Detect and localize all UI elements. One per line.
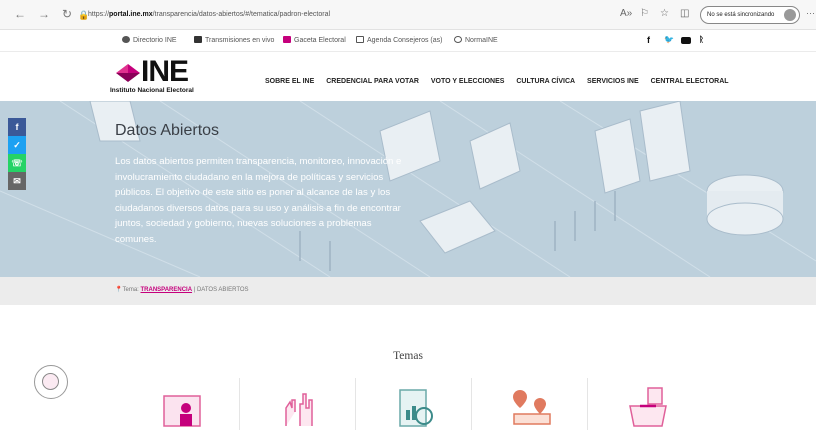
breadcrumb-separator: | xyxy=(193,287,196,293)
nav-item-central[interactable]: CENTRAL ELECTORAL xyxy=(651,78,729,85)
main-nav: SOBRE EL INE CREDENCIAL PARA VOTAR VOTO … xyxy=(265,78,739,85)
sync-profile-button[interactable]: No se está sincronizando xyxy=(700,6,800,24)
campaign-icon xyxy=(163,395,201,427)
breadcrumb-link-transparencia[interactable]: TRANSPARENCIA xyxy=(141,287,193,293)
logo-subtitle: Instituto Nacional Electoral xyxy=(110,87,194,94)
nav-item-servicios[interactable]: SERVICIOS INE xyxy=(587,78,639,85)
calendar-icon xyxy=(356,36,364,43)
rss-icon[interactable]: ᚱ xyxy=(699,35,704,44)
ballot-box-icon xyxy=(629,387,667,427)
address-bar[interactable]: https://portal.ine.mx/transparencia/dato… xyxy=(88,6,588,24)
share-facebook-button[interactable]: f xyxy=(8,118,26,136)
read-aloud-icon[interactable]: A» xyxy=(620,8,632,20)
breadcrumb-prefix: Tema: xyxy=(122,287,139,293)
share-email-button[interactable]: ✉ xyxy=(8,172,26,190)
twitter-icon[interactable]: 🐦 xyxy=(664,35,674,44)
scale-icon xyxy=(454,36,462,43)
logo-name[interactable]: INE xyxy=(141,57,189,87)
breadcrumb-current: DATOS ABIERTOS xyxy=(196,287,249,293)
theme-card-3[interactable] xyxy=(356,378,472,430)
themes-heading: Temas xyxy=(393,350,423,362)
favorite-star-icon[interactable]: ☆ xyxy=(660,8,669,20)
accessibility-figure xyxy=(42,373,59,390)
nav-item-sobre[interactable]: SOBRE EL INE xyxy=(265,78,314,85)
more-options-icon[interactable]: ··· xyxy=(806,8,815,18)
utility-bar: Directorio INE Transmisiones en vivo Gac… xyxy=(0,30,816,52)
share-twitter-button[interactable]: ✓ xyxy=(8,136,26,154)
theme-card-1[interactable] xyxy=(124,378,240,430)
topbar-link-gaceta[interactable]: Gaceta Electoral xyxy=(283,36,346,46)
facebook-icon[interactable]: f xyxy=(647,35,650,45)
theme-card-5[interactable] xyxy=(588,378,704,430)
nav-item-credencial[interactable]: CREDENCIAL PARA VOTAR xyxy=(326,78,419,85)
forward-icon[interactable]: → xyxy=(38,8,50,20)
video-icon xyxy=(194,36,202,43)
breadcrumb: 📍Tema: TRANSPARENCIA | DATOS ABIERTOS xyxy=(0,277,816,305)
back-icon[interactable]: ← xyxy=(14,8,26,20)
nav-item-voto[interactable]: VOTO Y ELECCIONES xyxy=(431,78,505,85)
page-title: Datos Abiertos xyxy=(115,122,220,139)
theme-card-4[interactable] xyxy=(472,378,588,430)
hero-description: Los datos abiertos permiten transparenci… xyxy=(115,156,402,245)
browser-toolbar: ← → ↻ 🔒 https://portal.ine.mx/transparen… xyxy=(0,0,816,30)
accessibility-icon[interactable] xyxy=(34,365,68,399)
topbar-link-transmisiones[interactable]: Transmisiones en vivo xyxy=(194,36,274,46)
topbar-link-directorio[interactable]: Directorio INE xyxy=(122,36,177,46)
avatar-icon xyxy=(784,9,796,21)
newspaper-icon xyxy=(283,36,291,43)
collections-icon[interactable]: ◫ xyxy=(680,8,689,20)
share-whatsapp-button[interactable]: ☏ xyxy=(8,154,26,172)
raised-hands-icon xyxy=(285,393,313,426)
topbar-link-agenda[interactable]: Agenda Consejeros (as) xyxy=(356,36,443,46)
data-report-icon xyxy=(399,389,433,427)
extensions-icon[interactable]: ⚐ xyxy=(640,8,649,20)
location-pins-icon xyxy=(513,390,551,425)
refresh-icon[interactable]: ↻ xyxy=(62,8,72,20)
youtube-icon[interactable] xyxy=(681,37,691,44)
people-icon xyxy=(122,36,130,43)
topbar-link-normaine[interactable]: NormaINE xyxy=(454,36,498,46)
theme-card-2[interactable] xyxy=(240,378,356,430)
nav-item-cultura[interactable]: CULTURA CÍVICA xyxy=(516,78,575,85)
ine-logo-icon[interactable] xyxy=(116,64,140,82)
